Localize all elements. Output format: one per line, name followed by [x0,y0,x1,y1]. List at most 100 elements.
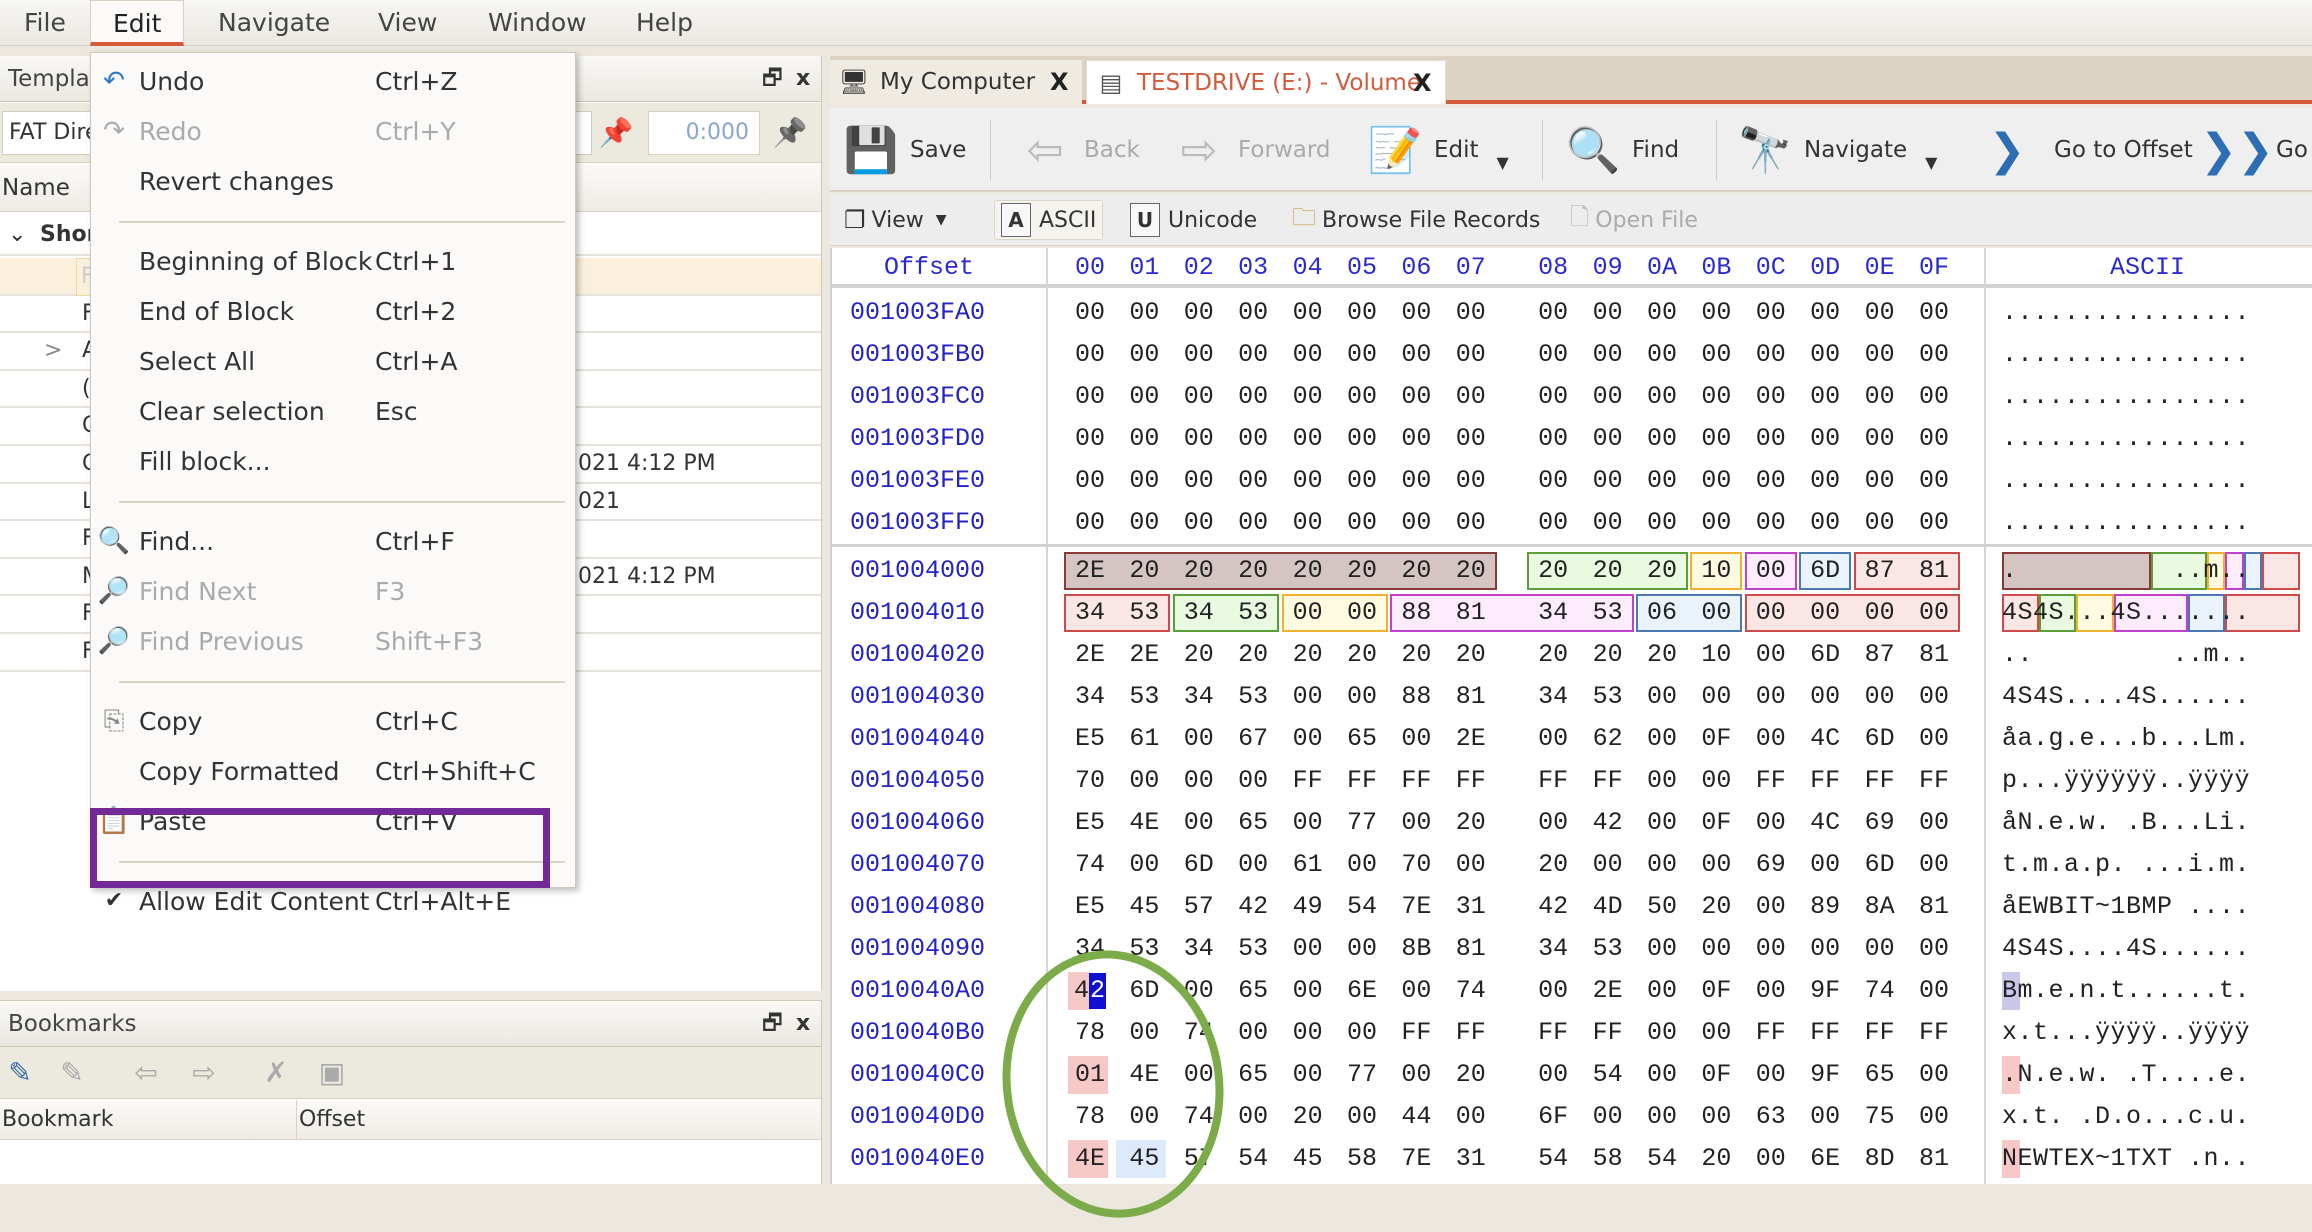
hex-byte[interactable]: 00 [1694,295,1738,331]
hex-byte[interactable]: 31 [1449,1141,1493,1177]
row-offset[interactable]: 001004000 [850,550,985,592]
hex-byte[interactable]: 00 [1694,847,1738,883]
hex-byte[interactable]: 00 [1749,805,1793,841]
hex-byte[interactable]: 00 [1122,763,1166,799]
hex-byte[interactable]: 00 [1394,463,1438,499]
hex-byte[interactable]: 74 [1449,973,1493,1009]
hex-byte[interactable]: 00 [1749,595,1793,631]
hex-byte[interactable]: 20 [1640,553,1684,589]
hex-byte[interactable]: 88 [1394,679,1438,715]
hex-byte[interactable]: 88 [1394,595,1438,631]
hex-byte[interactable]: 00 [1803,337,1847,373]
ascii-text[interactable]: NEWTEX~1TXT .n.. [2002,1138,2250,1180]
hex-byte[interactable]: 00 [1586,463,1630,499]
hex-byte[interactable]: 7E [1394,889,1438,925]
hex-byte[interactable]: 00 [1640,973,1684,1009]
add-bookmark-icon[interactable]: ✎ [0,1055,40,1091]
hex-byte[interactable]: 42 [1231,889,1275,925]
hex-byte[interactable]: 00 [1177,337,1221,373]
hex-byte[interactable]: 00 [1912,337,1956,373]
hex-byte[interactable]: 58 [1340,1141,1384,1177]
hex-byte[interactable]: 6F [1531,1099,1575,1135]
hex-byte[interactable]: 00 [1177,505,1221,541]
hex-byte[interactable]: FF [1912,1015,1956,1051]
hex-byte[interactable]: 00 [1749,679,1793,715]
ascii-text[interactable]: åEWBIT~1BMP .... [2002,886,2250,928]
hex-byte[interactable]: 34 [1531,679,1575,715]
ascii-text[interactable]: ................ [2002,418,2250,460]
menu-item-clear-selection[interactable]: Clear selection Esc [91,387,575,437]
hex-byte[interactable]: FF [1749,763,1793,799]
hex-byte[interactable]: 34 [1068,679,1112,715]
hex-byte[interactable]: 53 [1122,595,1166,631]
edit-button[interactable]: 📝 Edit ▼ [1368,114,1509,186]
ascii-text[interactable]: x.t...ÿÿÿÿ..ÿÿÿÿ [2002,1012,2250,1054]
ascii-text[interactable]: ................ [2002,292,2250,334]
hex-byte[interactable]: 0F [1694,973,1738,1009]
row-offset[interactable]: 0010040A0 [850,970,985,1012]
hex-byte[interactable]: 00 [1286,379,1330,415]
row-offset[interactable]: 001004090 [850,928,985,970]
hex-byte[interactable]: 00 [1231,295,1275,331]
back-button[interactable]: ⇦ Back [1018,114,1140,186]
hex-byte[interactable]: FF [1531,763,1575,799]
hex-byte[interactable]: 00 [1394,1057,1438,1093]
hex-byte[interactable]: 00 [1068,421,1112,457]
hex-byte[interactable]: 00 [1749,553,1793,589]
hex-byte[interactable]: 00 [1531,379,1575,415]
hex-byte[interactable]: 34 [1068,595,1112,631]
hex-byte[interactable]: 34 [1531,931,1575,967]
hex-byte[interactable]: 00 [1586,847,1630,883]
hex-byte[interactable]: 06 [1640,595,1684,631]
hex-byte[interactable]: 54 [1586,1057,1630,1093]
hex-byte[interactable]: 00 [1858,295,1902,331]
hex-byte[interactable]: 00 [1749,637,1793,673]
hex-byte[interactable]: 8D [1858,1141,1902,1177]
hex-byte[interactable]: 20 [1694,889,1738,925]
hex-byte[interactable]: 53 [1122,679,1166,715]
hex-byte[interactable]: 00 [1286,1057,1330,1093]
hex-byte[interactable]: 00 [1640,805,1684,841]
hex-byte[interactable]: 00 [1394,295,1438,331]
close-panel-icon[interactable]: x [796,56,810,102]
hex-byte[interactable]: 00 [1531,505,1575,541]
hex-byte[interactable]: 00 [1912,595,1956,631]
menu-item-find-next[interactable]: 🔎 Find Next F3 [91,567,575,617]
hex-byte[interactable]: 00 [1231,1015,1275,1051]
hex-byte[interactable]: 6D [1858,721,1902,757]
hex-byte[interactable]: 49 [1286,889,1330,925]
unpin-icon[interactable]: 📌 [770,113,810,153]
hex-byte[interactable]: 34 [1177,679,1221,715]
hex-byte[interactable]: FF [1749,1015,1793,1051]
hex-byte[interactable]: 0F [1694,805,1738,841]
hex-byte[interactable]: 53 [1586,931,1630,967]
row-offset[interactable]: 0010040D0 [850,1096,985,1138]
previous-bookmark-icon[interactable]: ⇦ [126,1055,166,1091]
hex-byte[interactable]: 00 [1858,931,1902,967]
hex-byte[interactable]: 2E [1068,553,1112,589]
hex-byte[interactable]: 9F [1803,973,1847,1009]
hex-byte[interactable]: 00 [1177,763,1221,799]
hex-byte[interactable]: 31 [1449,889,1493,925]
hex-byte[interactable]: 00 [1749,463,1793,499]
hex-byte[interactable]: 00 [1912,805,1956,841]
menu-item-redo[interactable]: ↷ Redo Ctrl+Y [91,107,575,157]
hex-byte[interactable]: 00 [1531,463,1575,499]
hex-byte[interactable]: 00 [1803,505,1847,541]
hex-byte[interactable]: 00 [1749,379,1793,415]
ascii-text[interactable]: x.t. .D.o...c.u. [2002,1096,2250,1138]
go-to-offset-button[interactable]: ❯ Go to Offset [1980,114,2193,186]
menu-item-beginning-of-block[interactable]: Beginning of Block Ctrl+1 [91,237,575,287]
hex-byte[interactable]: 20 [1586,553,1630,589]
hex-byte[interactable]: 00 [1286,595,1330,631]
hex-byte[interactable]: FF [1286,763,1330,799]
close-tab-icon[interactable]: X [1413,61,1432,105]
hex-byte[interactable]: 00 [1749,931,1793,967]
dropdown-arrow-icon[interactable]: ▼ [936,212,947,228]
hex-byte[interactable]: 00 [1286,805,1330,841]
hex-byte[interactable]: 69 [1749,847,1793,883]
hex-byte[interactable]: 00 [1449,847,1493,883]
hex-byte[interactable]: 00 [1286,973,1330,1009]
hex-byte[interactable]: 00 [1858,505,1902,541]
hex-byte[interactable]: 00 [1640,1099,1684,1135]
